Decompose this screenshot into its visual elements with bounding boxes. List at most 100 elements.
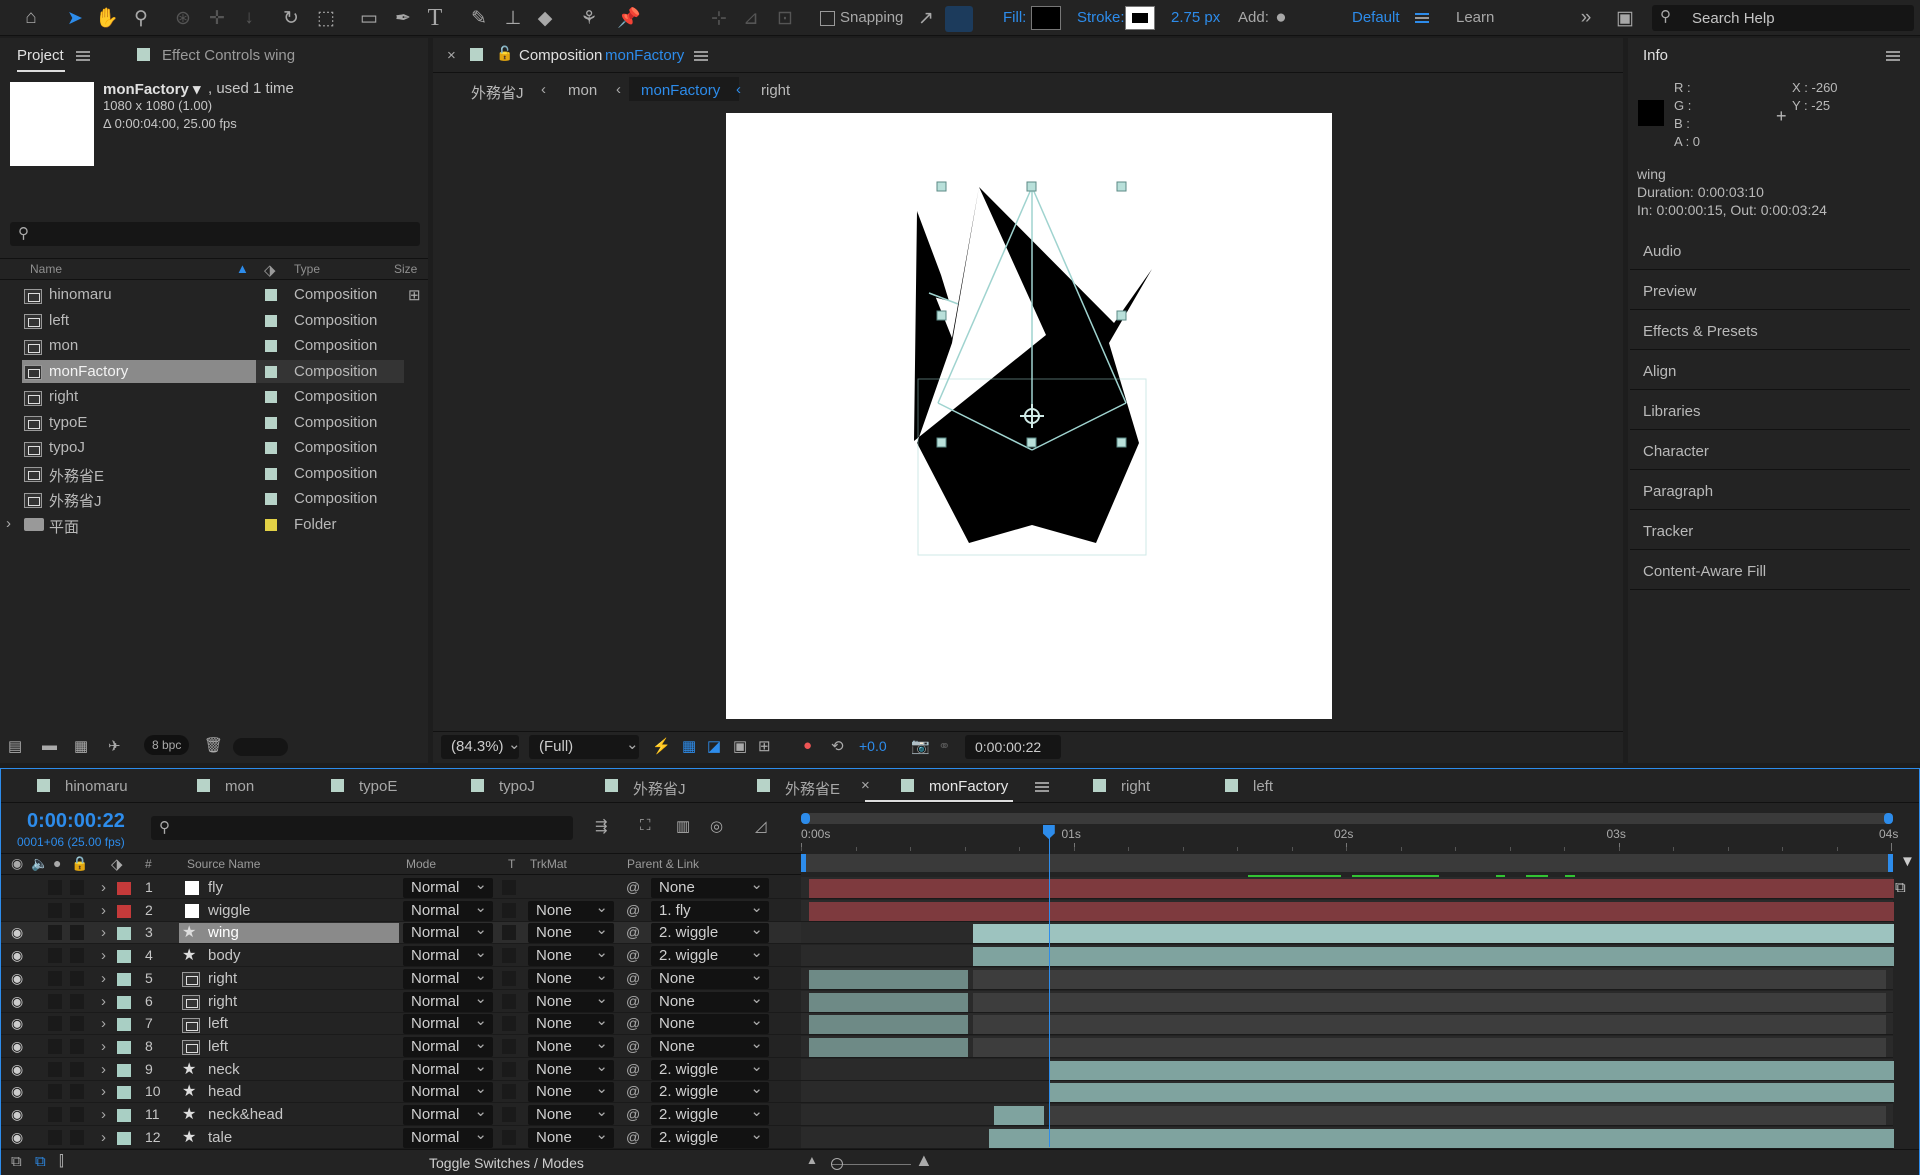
pickwhip-icon[interactable]: @ <box>626 1061 640 1077</box>
preserve-transparency-switch[interactable] <box>502 1129 516 1145</box>
mode-dropdown[interactable]: Normal <box>403 1057 493 1080</box>
hand-tool-icon[interactable]: ✋ <box>94 5 120 31</box>
parent-dropdown[interactable]: 2. wiggle <box>651 1079 769 1103</box>
breadcrumb-item-2[interactable]: mon <box>568 82 597 99</box>
motion-blur-icon[interactable]: ◎ <box>710 817 723 835</box>
tab-0[interactable]: hinomaru <box>65 778 128 795</box>
column-mode[interactable]: Mode <box>406 857 436 871</box>
solo-switch[interactable] <box>48 902 62 918</box>
snapshot-camera-icon[interactable]: 📷 <box>911 737 930 755</box>
solo-switch[interactable] <box>48 1016 62 1032</box>
time-ruler-area[interactable]: 0:00s 01s 02s 03s 04s ▼ <box>801 813 1919 875</box>
new-composition-icon[interactable]: ▦ <box>74 737 88 755</box>
panel-libraries[interactable]: Libraries <box>1630 392 1910 430</box>
snap-edges-icon[interactable]: ↗ <box>913 5 939 31</box>
breadcrumb-item-1[interactable]: 外務省J <box>471 82 524 103</box>
rotate-tool-icon[interactable]: ↻ <box>278 5 304 31</box>
panel-character[interactable]: Character <box>1630 432 1910 470</box>
label-color[interactable] <box>117 1109 131 1122</box>
work-area-end[interactable] <box>1888 854 1893 872</box>
eye-icon[interactable]: ◉ <box>11 970 23 987</box>
roto-brush-icon[interactable]: ⚘ <box>576 5 602 31</box>
mode-dropdown[interactable]: Normal <box>403 1034 493 1057</box>
layer-row[interactable]: ◉ › 12 ★ tale Normal None @2. wiggle <box>1 1125 1920 1149</box>
chevron-right-icon[interactable]: › <box>101 879 106 896</box>
lock-switch[interactable] <box>70 970 84 986</box>
project-item[interactable]: typoE Composition <box>0 410 404 435</box>
workspace-default[interactable]: Default <box>1352 9 1400 26</box>
world-axis-icon[interactable]: ⊿ <box>738 5 764 31</box>
pickwhip-icon[interactable]: @ <box>626 879 640 895</box>
label-swatch[interactable] <box>265 289 277 301</box>
eye-icon[interactable]: ◉ <box>11 993 23 1010</box>
layer-name[interactable]: right <box>208 993 237 1010</box>
search-help-field[interactable]: ⚲ Search Help <box>1652 5 1914 31</box>
tab-7[interactable]: right <box>1121 778 1150 795</box>
trkmat-dropdown[interactable]: None <box>528 1011 614 1035</box>
transfer-controls-icon[interactable]: ⧉ <box>35 1153 46 1170</box>
lock-switch[interactable] <box>70 902 84 918</box>
new-folder-icon[interactable]: ▬ <box>42 737 57 754</box>
grid-guides-icon[interactable]: ⊞ <box>758 737 771 755</box>
tab-effect-controls[interactable]: Effect Controls wing <box>162 47 295 64</box>
lock-icon[interactable]: 🔓 <box>496 45 513 62</box>
layer-name[interactable]: neck&head <box>208 1106 283 1123</box>
pen-tool-icon[interactable]: ✒ <box>390 5 416 31</box>
tab-5[interactable]: 外務省E <box>785 778 840 799</box>
label-tag-icon[interactable]: ⬗ <box>111 855 123 873</box>
label-swatch[interactable] <box>265 442 277 454</box>
column-source-name[interactable]: Source Name <box>187 857 260 871</box>
trkmat-dropdown[interactable]: None <box>528 920 614 944</box>
breadcrumb-item-4[interactable]: right <box>761 82 790 99</box>
mode-dropdown[interactable]: Normal <box>403 875 493 898</box>
draft-3d-icon[interactable]: ⛶ <box>640 817 651 834</box>
view-axis-icon[interactable]: ⊡ <box>772 5 798 31</box>
region-of-interest-icon[interactable]: ▣ <box>733 737 747 755</box>
mask-visibility-icon[interactable]: ◪ <box>707 737 721 755</box>
chevron-right-icon[interactable]: › <box>101 947 106 964</box>
chevron-right-icon[interactable]: › <box>101 1083 106 1100</box>
eye-icon[interactable]: ◉ <box>11 1015 23 1032</box>
layer-name[interactable]: left <box>208 1015 228 1032</box>
preserve-transparency-switch[interactable] <box>502 1038 516 1054</box>
layer-row[interactable]: ◉ › 8 left Normal None @ None <box>1 1034 1920 1058</box>
fast-previews-icon[interactable]: ⚡ <box>652 737 671 755</box>
layer-row[interactable]: ◉ › 11 ★ neck&head Normal None @2. wiggle <box>1 1102 1920 1126</box>
label-color[interactable] <box>117 1063 131 1077</box>
solo-switch[interactable] <box>48 1084 62 1100</box>
chevron-right-icon[interactable]: › <box>101 1038 106 1055</box>
column-name[interactable]: Name <box>30 262 62 276</box>
mode-dropdown[interactable]: Normal <box>403 898 493 921</box>
comp-timecode[interactable]: 0:00:00:22 <box>965 735 1061 759</box>
pickwhip-icon[interactable]: @ <box>626 970 640 986</box>
chevron-right-icon[interactable]: › <box>101 1129 106 1146</box>
trkmat-dropdown[interactable]: None <box>528 943 614 967</box>
eye-icon[interactable]: ◉ <box>11 947 23 964</box>
sort-ascending-icon[interactable]: ▲ <box>236 261 249 276</box>
layer-name[interactable]: body <box>208 947 241 964</box>
label-color[interactable] <box>117 995 131 1009</box>
project-item[interactable]: monFactory Composition <box>0 359 404 384</box>
add-menu-icon[interactable]: ● <box>1268 5 1294 31</box>
work-area-bar[interactable] <box>801 854 1893 872</box>
parent-dropdown[interactable]: 2. wiggle <box>651 1102 769 1125</box>
composition-tab-name[interactable]: monFactory <box>605 47 684 64</box>
lock-switch[interactable] <box>70 1016 84 1032</box>
time-ruler[interactable]: 0:00s 01s 02s 03s 04s <box>801 827 1898 851</box>
graph-editor-icon[interactable]: ◿ <box>755 817 767 835</box>
zoom-out-icon[interactable]: ▲ <box>806 1153 818 1167</box>
parent-dropdown[interactable]: 2. wiggle <box>651 943 769 967</box>
lock-switch[interactable] <box>70 1061 84 1077</box>
label-color[interactable] <box>117 1018 131 1032</box>
mode-dropdown[interactable]: Normal <box>403 1125 493 1148</box>
preserve-transparency-switch[interactable] <box>502 1084 516 1100</box>
solo-switch[interactable] <box>48 1038 62 1054</box>
pickwhip-icon[interactable]: @ <box>626 924 640 940</box>
project-item[interactable]: 外務省J Composition <box>0 486 404 511</box>
resolution-dropdown[interactable]: (Full) <box>529 735 639 759</box>
tab-8[interactable]: left <box>1253 778 1273 795</box>
type-tool-icon[interactable]: T <box>422 5 448 31</box>
project-search-input[interactable]: ⚲ <box>10 222 420 246</box>
mode-dropdown[interactable]: Normal <box>403 966 493 989</box>
zoom-in-icon[interactable]: ⧉ <box>1895 879 1906 896</box>
